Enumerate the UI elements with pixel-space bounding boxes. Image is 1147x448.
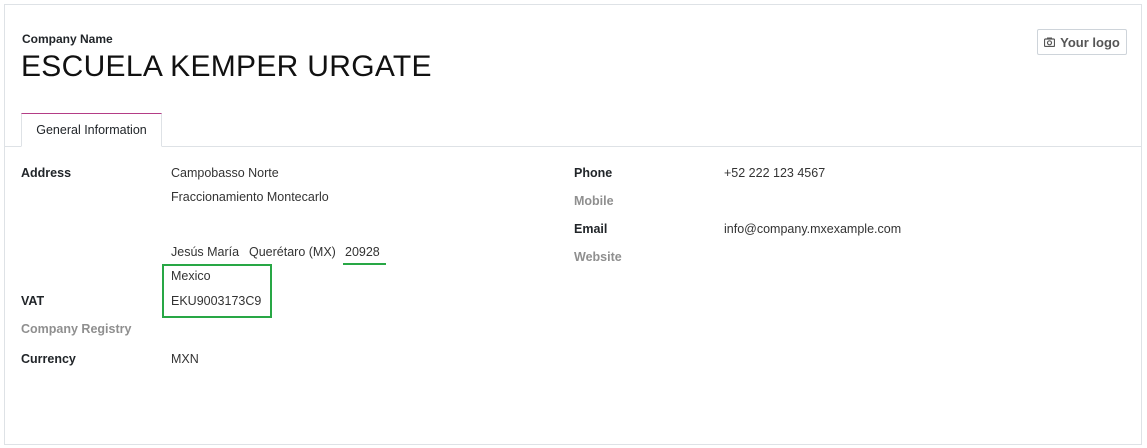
tabs-divider (5, 146, 1141, 147)
phone-label: Phone (574, 166, 613, 180)
zip-field[interactable]: 20928 (345, 245, 380, 259)
street2-field[interactable]: Fraccionamiento Montecarlo (171, 190, 329, 204)
country-vat-highlight-box (162, 264, 272, 318)
logo-upload-button[interactable]: Your logo (1037, 29, 1127, 55)
company-name-field[interactable]: ESCUELA KEMPER URGATE (21, 50, 432, 84)
company-form-sheet: Company Name ESCUELA KEMPER URGATE Your … (4, 4, 1142, 445)
street-field[interactable]: Campobasso Norte (171, 166, 279, 180)
city-field[interactable]: Jesús María (171, 245, 239, 259)
camera-icon (1044, 37, 1056, 47)
state-field[interactable]: Querétaro (MX) (249, 245, 336, 259)
zip-highlight-underline (343, 263, 386, 265)
vat-label: VAT (21, 294, 45, 308)
currency-label: Currency (21, 352, 76, 366)
tab-general-information[interactable]: General Information (21, 113, 162, 147)
company-name-label: Company Name (22, 32, 113, 46)
logo-upload-label: Your logo (1060, 34, 1120, 50)
email-label: Email (574, 222, 608, 236)
website-label: Website (574, 250, 622, 264)
company-registry-label: Company Registry (21, 322, 132, 336)
email-field[interactable]: info@company.mxexample.com (724, 222, 901, 236)
phone-field[interactable]: +52 222 123 4567 (724, 166, 825, 180)
currency-field[interactable]: MXN (171, 352, 199, 366)
address-label: Address (21, 166, 72, 180)
mobile-label: Mobile (574, 194, 614, 208)
